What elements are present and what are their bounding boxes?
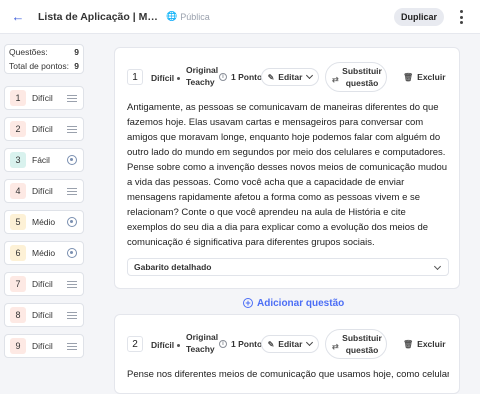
separator-dot (177, 77, 180, 80)
difficulty-label: Fácil (32, 155, 50, 165)
edit-dropdown-button[interactable]: ✎ Editar (261, 68, 319, 86)
text-lines-icon (67, 281, 77, 288)
question-number-badge: 3 (10, 152, 26, 168)
difficulty-label: Difícil (32, 310, 53, 320)
kebab-menu-icon[interactable] (456, 9, 466, 25)
duplicate-button[interactable]: Duplicar (394, 8, 444, 26)
questions-count-value: 9 (74, 47, 79, 57)
difficulty-label: Difícil (32, 93, 53, 103)
edit-dropdown-button[interactable]: ✎ Editar (261, 335, 319, 353)
info-icon: i (219, 73, 227, 81)
trash-icon: 🗑 (403, 339, 414, 349)
question-card-2: 2 Difícil Original Teachy i 1 Ponto ✎ Ed… (114, 314, 460, 394)
separator-dot (177, 344, 180, 347)
sidebar-question-item[interactable]: 4 Difícil (4, 179, 84, 203)
difficulty-label: Difícil (151, 340, 175, 350)
pencil-icon: ✎ (267, 72, 275, 82)
question-number-badge: 4 (10, 183, 26, 199)
answer-key-dropdown[interactable]: Gabarito detalhado (127, 258, 449, 276)
substitute-question-button[interactable]: ⇄ Substituir questão (325, 329, 387, 359)
chevron-down-icon (433, 262, 442, 271)
question-text: Pense nos diferentes meios de comunicaçã… (127, 369, 449, 380)
difficulty-label: Difícil (32, 279, 53, 289)
question-number-badge: 1 (10, 90, 26, 106)
question-text: Antigamente, as pessoas se comunicavam d… (127, 102, 448, 248)
difficulty-label: Médio (32, 248, 56, 258)
sidebar-question-item[interactable]: 2 Difícil (4, 117, 84, 141)
difficulty-label: Difícil (32, 341, 53, 351)
delete-button[interactable]: 🗑 Excluir (403, 68, 446, 86)
question-number-badge: 7 (10, 276, 26, 292)
sidebar-question-item[interactable]: 1 Difícil (4, 86, 84, 110)
question-number-badge: 2 (10, 121, 26, 137)
question-card-1: 1 Difícil Original Teachy i 1 Ponto ✎ Ed… (114, 47, 460, 289)
info-icon: i (219, 340, 227, 348)
delete-button[interactable]: 🗑 Excluir (403, 335, 446, 353)
swap-icon: ⇄ (332, 75, 339, 84)
question-number-badge: 5 (10, 214, 26, 230)
text-lines-icon (67, 126, 77, 133)
difficulty-label: Médio (32, 217, 56, 227)
origin-label: Original Teachy (186, 65, 219, 87)
radio-button-icon (67, 217, 77, 227)
sidebar-question-item[interactable]: 8 Difícil (4, 303, 84, 327)
radio-button-icon (67, 155, 77, 165)
difficulty-label: Difícil (151, 73, 175, 83)
trash-icon: 🗑 (403, 72, 414, 82)
sidebar-question-item[interactable]: 6 Médio (4, 241, 84, 265)
chevron-down-icon (306, 338, 314, 347)
text-lines-icon (67, 95, 77, 102)
sidebar-question-item[interactable]: 7 Difícil (4, 272, 84, 296)
chevron-down-icon (306, 71, 314, 80)
total-points-value: 9 (74, 61, 79, 71)
total-points-label: Total de pontos: (9, 61, 70, 71)
globe-icon: 🌐 (166, 11, 178, 21)
stats-box: Questões: 9 Total de pontos: 9 (4, 44, 84, 74)
page-title: Lista de Aplicação | Meios e... (38, 10, 160, 23)
swap-icon: ⇄ (332, 342, 339, 351)
pencil-icon: ✎ (267, 339, 275, 349)
question-number: 2 (127, 336, 143, 352)
text-lines-icon (67, 188, 77, 195)
question-sidebar: Questões: 9 Total de pontos: 9 1 Difícil 2… (0, 34, 94, 384)
points-label: i 1 Ponto (219, 68, 262, 86)
question-number-badge: 6 (10, 245, 26, 261)
difficulty-label: Difícil (32, 186, 53, 196)
text-lines-icon (67, 343, 77, 350)
plus-circle-icon: + (243, 298, 253, 308)
visibility-label: Pública (180, 11, 210, 22)
sidebar-question-item[interactable]: 9 Difícil (4, 334, 84, 358)
question-number-badge: 8 (10, 307, 26, 323)
sidebar-question-item[interactable]: 5 Médio (4, 210, 84, 234)
substitute-question-button[interactable]: ⇄ Substituir questão (325, 62, 387, 92)
origin-label: Original Teachy (186, 332, 219, 354)
questions-count-label: Questões: (9, 47, 48, 57)
text-lines-icon (67, 312, 77, 319)
arrow-left-icon[interactable]: ← (10, 9, 26, 25)
radio-button-icon (67, 248, 77, 258)
points-label: i 1 Ponto (219, 335, 262, 353)
difficulty-label: Difícil (32, 124, 53, 134)
add-question-button[interactable]: + Adicionar questão (243, 296, 344, 310)
sidebar-question-item[interactable]: 3 Fácil (4, 148, 84, 172)
question-number-badge: 9 (10, 338, 26, 354)
question-number: 1 (127, 69, 143, 85)
